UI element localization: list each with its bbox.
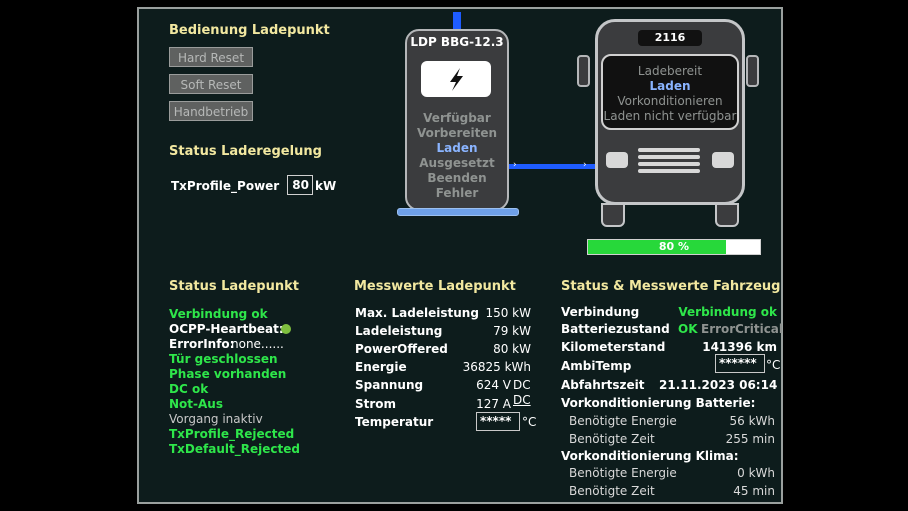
station-state-laden: Laden xyxy=(436,141,478,155)
bus-state-laden-nicht-verfuegbar: Laden nicht verfügbar xyxy=(603,109,737,123)
strom-value: 127 A xyxy=(476,397,511,411)
temperatur-label: Temperatur xyxy=(355,415,434,429)
max-ladeleistung-value: 150 kW xyxy=(485,306,531,320)
ladeleistung-label: Ladeleistung xyxy=(355,324,443,338)
bus-state-laden: Laden xyxy=(649,79,691,93)
station-state-beenden: Beenden xyxy=(427,171,487,185)
bus-headlight-right xyxy=(712,152,734,168)
lightning-bolt-icon xyxy=(450,68,463,91)
bus-wheel-left xyxy=(601,203,625,227)
cable-arrow-right-icon: › xyxy=(583,160,587,170)
vk-batterie-zeit-value: 255 min xyxy=(725,432,775,446)
ambitemp-value: ****** xyxy=(715,354,765,373)
ambitemp-label: AmbiTemp xyxy=(561,359,632,373)
station-state-fehler: Fehler xyxy=(435,186,479,200)
station-base xyxy=(397,208,519,216)
verbindung-status: Verbindung ok xyxy=(169,307,268,321)
batterie-ok: OK xyxy=(678,322,698,336)
station-state-ausgesetzt: Ausgesetzt xyxy=(419,156,495,170)
vk-batterie-zeit-label: Benötigte Zeit xyxy=(569,432,655,446)
strom-dc: DC xyxy=(513,393,531,407)
kilometerstand-label: Kilometerstand xyxy=(561,340,666,354)
laderegelung-title: Status Laderegelung xyxy=(169,144,322,159)
energie-label: Energie xyxy=(355,360,407,374)
spannung-value: 624 V xyxy=(476,378,511,392)
temperatur-value: ***** xyxy=(476,412,520,431)
fahrzeug-title: Status & Messwerte Fahrzeug xyxy=(561,279,781,294)
soft-reset-button[interactable]: Soft Reset xyxy=(169,74,253,94)
status-ladepunkt-title: Status Ladepunkt xyxy=(169,279,299,294)
heartbeat-label: OCPP-Heartbeat: xyxy=(169,322,284,336)
abfahrtszeit-value: 21.11.2023 06:14 xyxy=(659,378,778,392)
handbetrieb-button[interactable]: Handbetrieb xyxy=(169,101,253,121)
station-name: LDP BBG-12.3 xyxy=(410,35,504,49)
spannung-label: Spannung xyxy=(355,378,424,392)
txprofile-rejected: TxProfile_Rejected xyxy=(169,427,295,441)
vk-klima-title: Vorkonditionierung Klima: xyxy=(561,449,739,463)
vk-batterie-energie-value: 56 kWh xyxy=(729,414,775,428)
station-state-verfuegbar: Verfügbar xyxy=(423,111,491,125)
station-display xyxy=(421,61,491,97)
vk-klima-zeit-label: Benötigte Zeit xyxy=(569,484,655,498)
poweroffered-value: 80 kW xyxy=(493,342,531,356)
abfahrtszeit-label: Abfahrtszeit xyxy=(561,378,645,392)
bus-mirror-left xyxy=(577,55,590,87)
vk-klima-zeit-value: 45 min xyxy=(733,484,775,498)
errorinfo-value: none...... xyxy=(231,337,284,351)
fz-verbindung-value: Verbindung ok xyxy=(678,305,777,319)
bus-state-ladebereit: Ladebereit xyxy=(637,64,703,78)
fz-verbindung-label: Verbindung xyxy=(561,305,640,319)
temperatur-unit: °C xyxy=(522,415,537,429)
ladeleistung-value: 79 kW xyxy=(493,324,531,338)
bus-headlight-left xyxy=(606,152,628,168)
charging-station: LDP BBG-12.3 Verfügbar Vorbereiten Laden… xyxy=(405,29,509,211)
batterie-critical: Critical xyxy=(735,322,784,336)
kilometerstand-value: 141396 km xyxy=(702,340,777,354)
batteriezustand-label: Batteriezustand xyxy=(561,322,670,336)
strom-label: Strom xyxy=(355,397,397,411)
energie-value: 36825 kWh xyxy=(462,360,531,374)
poweroffered-label: PowerOffered xyxy=(355,342,448,356)
txdefault-rejected: TxDefault_Rejected xyxy=(169,442,300,456)
phase-status: Phase vorhanden xyxy=(169,367,287,381)
cable-arrow-left-icon: › xyxy=(513,160,517,170)
soc-label: 80 % xyxy=(658,240,690,253)
tuer-status: Tür geschlossen xyxy=(169,352,278,366)
vk-batterie-title: Vorkonditionierung Batterie: xyxy=(561,396,756,410)
bus: 2116 Ladebereit Laden Vorkonditionieren … xyxy=(595,19,745,205)
batterie-error: Error xyxy=(701,322,736,336)
station-state-vorbereiten: Vorbereiten xyxy=(416,126,498,140)
txprofile-power-field[interactable]: 80 xyxy=(287,175,313,195)
bus-mirror-right xyxy=(746,55,759,87)
heartbeat-indicator-icon xyxy=(281,324,291,334)
vorgang-status: Vorgang inaktiv xyxy=(169,412,263,426)
messwerte-title: Messwerte Ladepunkt xyxy=(354,279,516,294)
notaus-status: Not-Aus xyxy=(169,397,223,411)
vk-batterie-energie-label: Benötigte Energie xyxy=(569,414,677,428)
ambitemp-unit: °C xyxy=(766,358,781,372)
bus-wheel-right xyxy=(715,203,739,227)
errorinfo-label: ErrorInfo: xyxy=(169,337,235,351)
vk-klima-energie-value: 0 kWh xyxy=(737,466,775,480)
bus-windshield: Ladebereit Laden Vorkonditionieren Laden… xyxy=(601,54,739,130)
bus-number: 2116 xyxy=(638,30,702,46)
txprofile-power-unit: kW xyxy=(315,179,337,193)
main-panel: Bedienung Ladepunkt Hard Reset Soft Rese… xyxy=(137,7,783,504)
hard-reset-button[interactable]: Hard Reset xyxy=(169,47,253,67)
bus-state-vorkonditionieren: Vorkonditionieren xyxy=(617,94,723,108)
vk-klima-energie-label: Benötigte Energie xyxy=(569,466,677,480)
soc-bar: 80 % xyxy=(587,239,761,255)
station-cable-top xyxy=(453,12,461,30)
txprofile-power-label: TxProfile_Power xyxy=(171,179,280,193)
dc-status: DC ok xyxy=(169,382,209,396)
bus-grille xyxy=(638,148,700,180)
spannung-dc: DC xyxy=(513,378,531,392)
bedienung-title: Bedienung Ladepunkt xyxy=(169,23,330,38)
